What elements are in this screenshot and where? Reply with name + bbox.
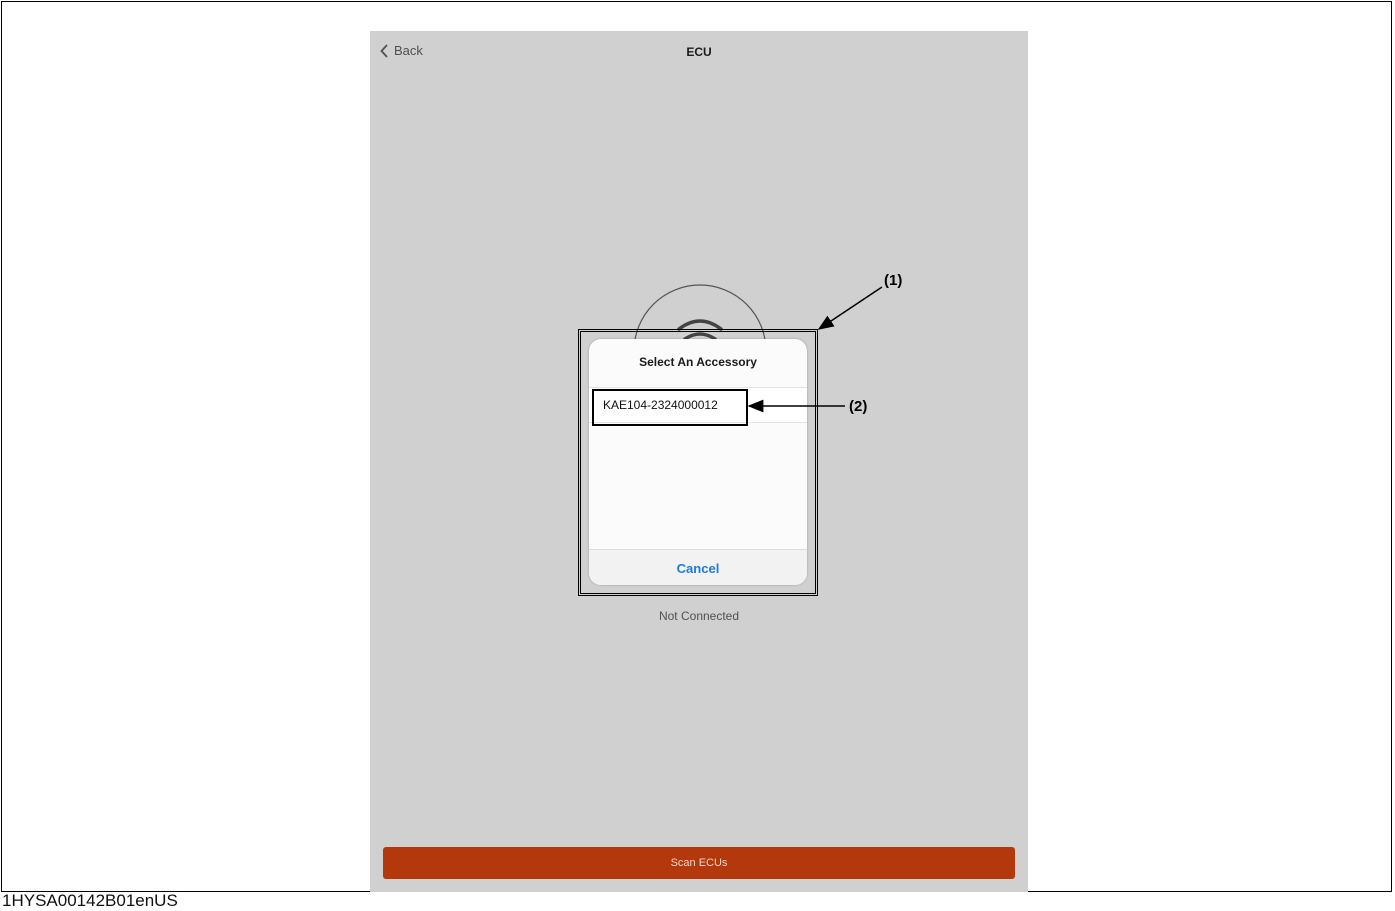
callout-label-2: (2) [849, 398, 868, 415]
callout-label-1: (1) [884, 272, 903, 289]
callout-arrow-1 [817, 286, 883, 330]
callout-arrows [747, 286, 883, 413]
document-id: 1HYSA00142B01enUS [2, 891, 178, 910]
